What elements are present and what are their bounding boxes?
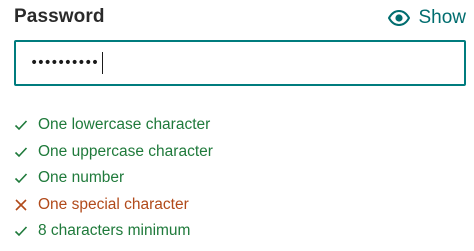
requirement-special: One special character <box>14 192 213 219</box>
password-input[interactable]: •••••••••• <box>14 40 466 86</box>
text-caret <box>101 52 104 74</box>
check-icon <box>14 224 28 238</box>
requirement-lowercase: One lowercase character <box>14 112 213 139</box>
requirement-text: One uppercase character <box>38 142 213 160</box>
show-password-button[interactable]: Show <box>388 4 466 32</box>
requirement-text: One special character <box>38 195 189 213</box>
requirement-length: 8 characters minimum <box>14 218 213 245</box>
cross-icon <box>14 198 28 212</box>
check-icon <box>14 118 28 132</box>
check-icon <box>14 171 28 185</box>
requirement-uppercase: One uppercase character <box>14 139 213 166</box>
requirement-text: One lowercase character <box>38 116 211 134</box>
requirement-text: One number <box>38 169 125 187</box>
password-field-header: Password Show <box>14 4 466 32</box>
show-password-label: Show <box>418 7 466 28</box>
requirement-text: 8 characters minimum <box>38 222 191 240</box>
password-label: Password <box>14 6 105 27</box>
password-masked-value: •••••••••• <box>30 55 99 71</box>
password-requirements-list: One lowercase character One uppercase ch… <box>14 112 213 245</box>
eye-icon <box>388 10 411 26</box>
check-icon <box>14 145 28 159</box>
requirement-number: One number <box>14 165 213 192</box>
